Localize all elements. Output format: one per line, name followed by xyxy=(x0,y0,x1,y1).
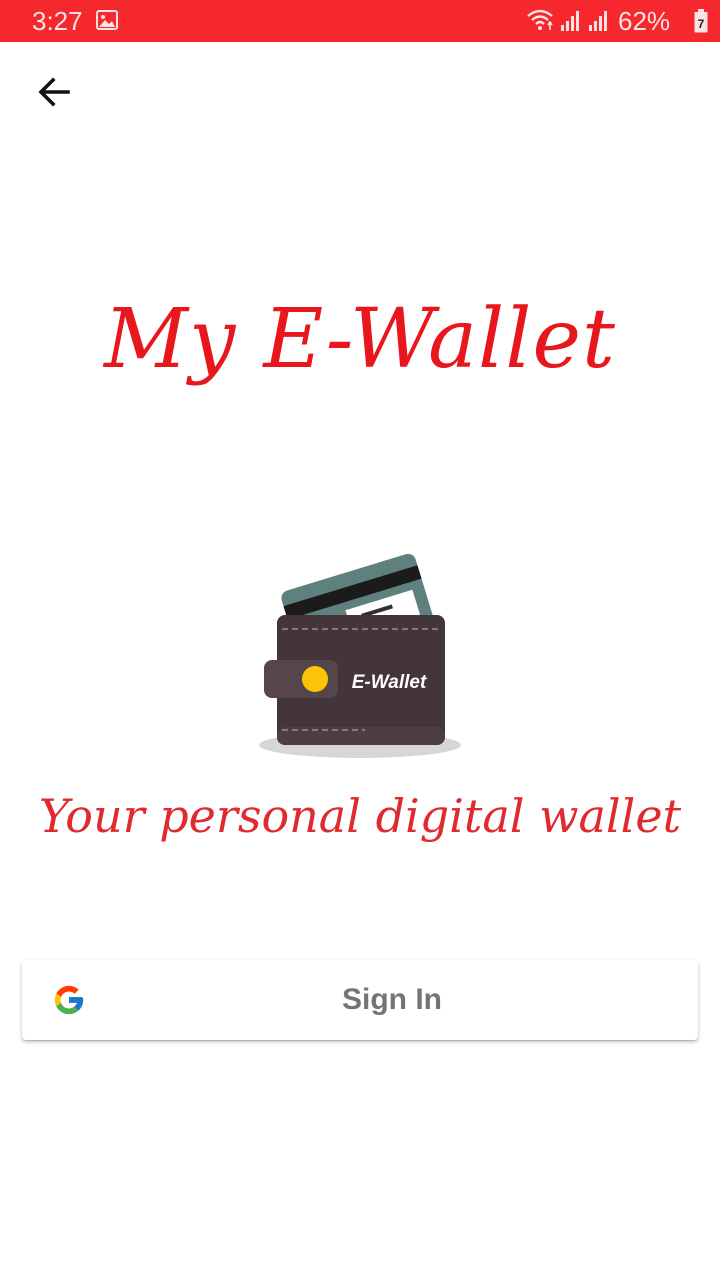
google-sign-in-button[interactable]: Sign In xyxy=(22,960,698,1040)
wallet-label: E-Wallet xyxy=(352,672,427,693)
sign-in-screen: 3:27 62% 7 My E-Wallet E-Wallet Your per… xyxy=(0,0,720,1280)
battery-level-digit: 7 xyxy=(698,17,705,31)
tagline: Your personal digital wallet xyxy=(38,789,682,843)
wallet-illustration: E-Wallet xyxy=(259,553,461,758)
status-time: 3:27 xyxy=(32,6,83,36)
status-bar: 3:27 62% 7 xyxy=(0,0,720,42)
wifi-icon xyxy=(527,9,553,30)
cell-signal-icon xyxy=(561,11,579,31)
arrow-left-icon xyxy=(38,77,70,107)
gallery-icon xyxy=(96,10,118,30)
app-title: My E-Wallet xyxy=(104,292,616,387)
battery-charging-icon: 7 xyxy=(694,9,708,33)
sign-in-label: Sign In xyxy=(342,983,442,1016)
google-icon xyxy=(54,985,84,1015)
back-button[interactable] xyxy=(26,64,82,120)
cell-signal-icon xyxy=(589,11,607,31)
battery-percent: 62% xyxy=(618,6,671,36)
status-icons: 62% 7 xyxy=(520,0,720,42)
